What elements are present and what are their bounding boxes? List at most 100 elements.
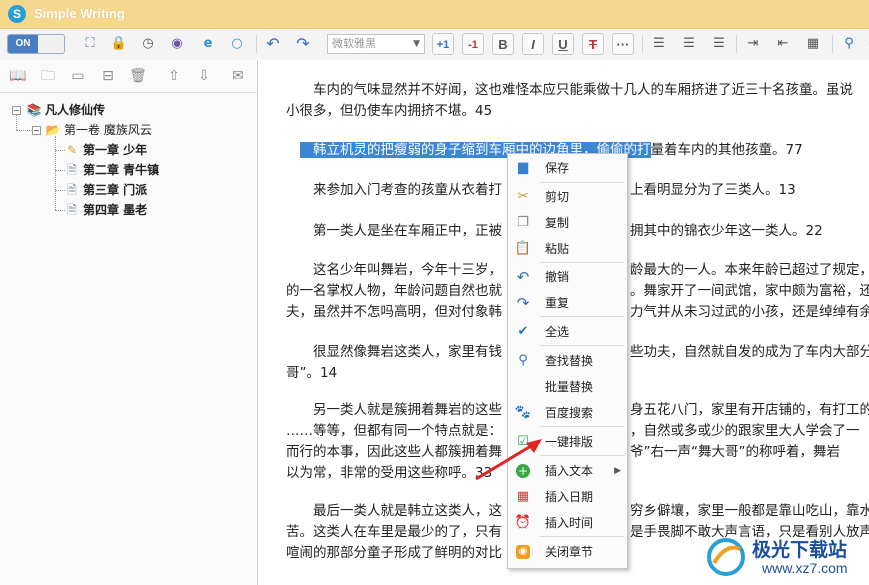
editor-line: 爷”右一声“舞大哥”的称呼着，舞岩 [630, 444, 840, 460]
editor-line-tail: 量着车内的其他孩童。77 [650, 142, 803, 158]
trash-icon[interactable]: 🗑 [128, 66, 148, 86]
paste-icon: 📋 [514, 241, 532, 256]
editor-line: 。舞家开了一间武馆，家中颇为富裕，还自小 [630, 283, 869, 299]
save-icon: ▆ [518, 160, 528, 175]
editor-line: 喧闹的那部分童子形成了鲜明的对比 [286, 545, 502, 561]
menu-item-label: 查找替换 [545, 354, 594, 368]
clock-icon: ⏰ [514, 515, 532, 530]
mail-icon[interactable]: ✉ [228, 66, 248, 86]
font-select[interactable]: 微软雅黑 ▼ [327, 34, 425, 54]
grid-icon[interactable]: ▦ [802, 33, 824, 55]
strikethrough-button[interactable]: T [582, 33, 604, 55]
on-off-toggle[interactable]: ON [7, 34, 65, 54]
editor-line: 些功夫，自然就自发的成为了车内大部分孩 [630, 344, 869, 360]
menu-item-paste[interactable]: 📋 粘贴 [508, 236, 627, 261]
undo-icon: ↶ [516, 268, 530, 286]
menu-item-cut[interactable]: ✂ 剪切 [508, 184, 627, 209]
toggle-on-label: ON [8, 35, 38, 53]
menu-item-label: 插入日期 [545, 490, 594, 504]
move-up-icon[interactable]: ⇧ [164, 66, 184, 86]
editor-line: 很显然像舞岩这类人，家里有钱 [313, 344, 502, 360]
select-all-icon: ✔ [517, 324, 529, 339]
menu-item-label: 粘贴 [545, 242, 570, 256]
menu-item-select-all[interactable]: ✔ 全选 [508, 319, 627, 344]
collapse-volume-toggle[interactable]: − [32, 126, 41, 135]
collapse-book-toggle[interactable]: − [12, 106, 21, 115]
app-title: Simple Writing [34, 6, 125, 21]
context-menu: ▆ 保存 ✂ 剪切 ❐ 复制 📋 粘贴 ↶ 撤销 ↷ 重复 ✔ 全选 ⚲ 查找替… [507, 153, 628, 569]
font-size-down-button[interactable]: -1 [462, 33, 484, 55]
underline-button[interactable]: U [552, 33, 574, 55]
circle-icon[interactable]: ○ [226, 33, 248, 55]
tree-chapter-2[interactable]: 🗎 第二章 青牛镇 [64, 161, 159, 179]
tree-book[interactable]: 📚 凡人修仙传 [26, 101, 106, 119]
annotation-arrow [475, 439, 542, 481]
align-center-icon[interactable]: ☰ [678, 33, 700, 55]
rename-icon[interactable]: ⊟ [98, 66, 118, 86]
watermark-logo-icon [707, 538, 745, 576]
pencil-icon: ✎ [66, 143, 78, 157]
tree-chapter-3[interactable]: 🗎 第三章 门派 [64, 181, 147, 199]
menu-item-label: 保存 [545, 161, 570, 175]
menu-item-copy[interactable]: ❐ 复制 [508, 210, 627, 235]
tree-chapter-1[interactable]: ✎ 第一章 少年 [64, 141, 147, 159]
calendar-icon: ▦ [516, 489, 530, 504]
undo-icon[interactable]: ↶ [262, 33, 284, 55]
menu-item-close-chapter[interactable]: ◉ 关闭章节 [508, 539, 627, 564]
editor-line: 身五花八门，家里有开店铺的，有打工的 [630, 402, 869, 418]
tree-chapter-label: 第一章 少年 [83, 143, 148, 157]
editor-line: 最后一类人就是韩立这类人，这 [313, 503, 502, 519]
document-icon: 🗎 [67, 203, 77, 217]
editor-line: 这名少年叫舞岩，今年十三岁， [313, 262, 502, 278]
watermark-url: www.xz7.com [762, 560, 848, 576]
clock-icon[interactable]: ◷ [137, 33, 159, 55]
editor-line: 第一类人是坐在车厢正中，正被 [313, 223, 502, 239]
lock-icon[interactable]: 🔒 [108, 33, 130, 55]
menu-item-baidu-search[interactable]: 🐾 百度搜索 [508, 400, 627, 425]
sidebar-toolbar: 📖 🗀 ▭ ⊟ 🗑 ⇧ ⇩ ✉ [0, 60, 257, 93]
menu-item-insert-time[interactable]: ⏰ 插入时间 [508, 510, 627, 535]
more-button[interactable]: ··· [612, 33, 634, 55]
menu-item-label: 百度搜索 [545, 406, 594, 420]
editor-line: 上看明显分为了三类人。13 [630, 182, 796, 198]
menu-item-label: 一键排版 [545, 435, 594, 449]
align-left-icon[interactable]: ☰ [648, 33, 670, 55]
copy-icon: ❐ [517, 215, 529, 230]
tree-chapter-4[interactable]: 🗎 第四章 墨老 [64, 201, 147, 219]
outdent-icon[interactable]: ⇤ [772, 33, 794, 55]
close-chapter-icon: ◉ [516, 545, 530, 559]
search-icon: ⚲ [518, 353, 528, 368]
italic-button[interactable]: I [522, 33, 544, 55]
bold-button[interactable]: B [492, 33, 514, 55]
search-icon[interactable]: ⚲ [838, 33, 860, 55]
theme-icon[interactable]: ◉ [166, 33, 188, 55]
new-chapter-icon[interactable]: ▭ [68, 66, 88, 86]
align-right-icon[interactable]: ☰ [708, 33, 730, 55]
menu-item-batch-replace[interactable]: 批量替换 [508, 374, 627, 399]
menu-item-save[interactable]: ▆ 保存 [508, 155, 627, 180]
editor-line: 来参加入门考查的孩童从衣着打 [313, 182, 502, 198]
redo-icon[interactable]: ↷ [292, 33, 314, 55]
app-logo: S [8, 5, 26, 23]
folder-icon[interactable]: 🗀 [38, 66, 58, 86]
menu-item-insert-date[interactable]: ▦ 插入日期 [508, 484, 627, 509]
font-size-up-button[interactable]: +1 [432, 33, 454, 55]
menu-item-redo[interactable]: ↷ 重复 [508, 290, 627, 315]
menu-item-label: 插入时间 [545, 516, 594, 530]
tree-volume[interactable]: 📂 第一卷 魔族风云 [45, 121, 152, 139]
browser-icon[interactable]: e [197, 33, 219, 55]
move-down-icon[interactable]: ⇩ [194, 66, 214, 86]
fullscreen-icon[interactable]: ⛶ [79, 33, 101, 55]
watermark: 极光下载站 www.xz7.com [700, 533, 869, 585]
indent-icon[interactable]: ⇥ [742, 33, 764, 55]
menu-item-find-replace[interactable]: ⚲ 查找替换 [508, 348, 627, 373]
title-bar: S Simple Writing [0, 0, 869, 29]
menu-item-undo[interactable]: ↶ 撤销 [508, 264, 627, 289]
zoom-icon[interactable]: + [862, 33, 869, 55]
baidu-icon: 🐾 [514, 405, 532, 420]
tree-chapter-label: 第四章 墨老 [83, 203, 148, 217]
document-icon: 🗎 [67, 163, 77, 177]
book-icon[interactable]: 📖 [8, 66, 28, 86]
submenu-arrow-icon: ▶ [614, 466, 621, 476]
menu-item-label: 批量替换 [545, 380, 594, 394]
